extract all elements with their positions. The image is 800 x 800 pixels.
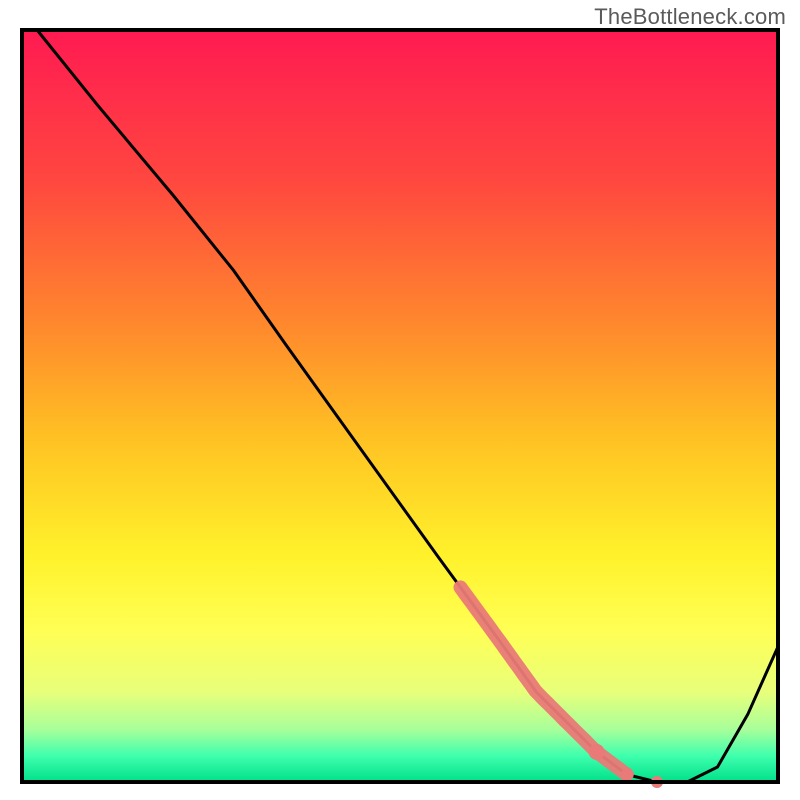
- curve-highlight-dot: [621, 769, 633, 781]
- plot-background: [22, 30, 778, 782]
- watermark-label: TheBottleneck.com: [594, 4, 786, 30]
- chart-container: TheBottleneck.com: [0, 0, 800, 800]
- curve-highlight-dot: [589, 744, 605, 760]
- bottleneck-chart: [0, 0, 800, 800]
